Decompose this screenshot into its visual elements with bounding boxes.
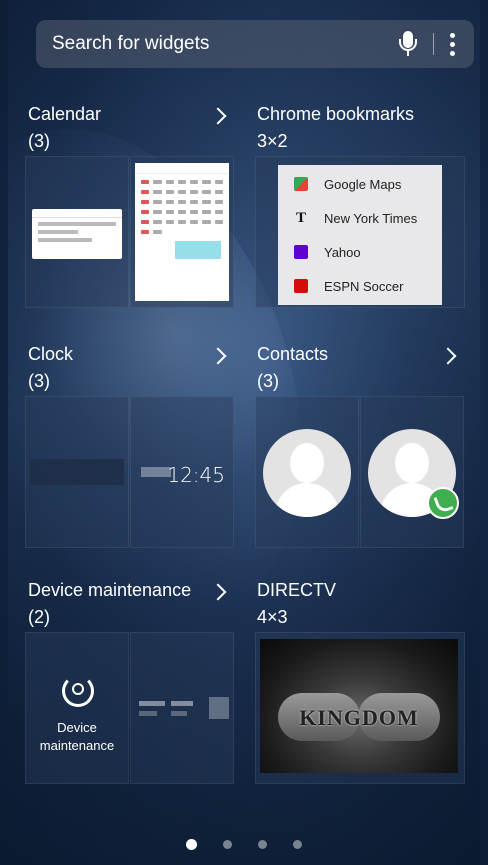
bookmark-label: Yahoo xyxy=(324,244,361,260)
widget-count-contacts: (3) xyxy=(257,371,279,391)
page-dot-active[interactable] xyxy=(186,839,197,850)
new-york-times-icon: T xyxy=(295,210,306,226)
device-maintenance-widget-preview-1[interactable]: Device maintenance xyxy=(25,632,129,784)
page-dot[interactable] xyxy=(293,840,302,849)
widget-title-device-maintenance: Device maintenance xyxy=(28,580,192,600)
clock-widget-preview-1[interactable] xyxy=(25,396,129,548)
contact-avatar-icon xyxy=(263,429,351,517)
widget-title-clock: Clock xyxy=(28,344,74,364)
optimize-button xyxy=(209,697,229,719)
widget-count-clock: (3) xyxy=(28,371,50,391)
directv-promo-image: KINGDOM xyxy=(260,639,458,773)
device-maintenance-label-line2: maintenance xyxy=(39,738,115,753)
clock-time: 12:45 xyxy=(167,463,225,487)
widget-title-directv: DIRECTV xyxy=(257,580,337,600)
widget-title-contacts: Contacts xyxy=(257,344,329,364)
widget-count-device-maintenance: (2) xyxy=(28,607,50,627)
search-divider xyxy=(433,33,434,55)
bookmark-label: New York Times xyxy=(324,210,418,226)
bookmark-item: Yahoo xyxy=(278,235,442,269)
widget-count-calendar: (3) xyxy=(28,131,50,151)
device-maintenance-icon-center xyxy=(72,683,84,695)
status-line xyxy=(139,701,165,706)
mic-icon[interactable] xyxy=(397,29,419,59)
status-line xyxy=(171,701,193,706)
bookmark-item: Google Maps xyxy=(278,167,442,201)
espn-icon xyxy=(294,279,308,293)
page-indicator[interactable] xyxy=(0,839,488,850)
yahoo-icon xyxy=(294,245,308,259)
chrome-bookmarks-widget-preview[interactable]: Google Maps T New York Times Yahoo ESPN … xyxy=(255,156,465,308)
page-dot[interactable] xyxy=(258,840,267,849)
calendar-agenda-card xyxy=(32,209,122,259)
search-input[interactable]: Search for widgets xyxy=(52,33,397,55)
bookmark-item: ESPN Soccer xyxy=(278,269,442,303)
device-maintenance-label: Device maintenance xyxy=(26,719,128,755)
calendar-widget-preview-2[interactable] xyxy=(130,156,234,308)
google-maps-icon xyxy=(294,177,308,191)
status-line xyxy=(171,711,187,716)
clock-widget-preview-2[interactable]: 12:45 xyxy=(130,396,234,548)
widget-title-chrome-bookmarks: Chrome bookmarks xyxy=(257,104,415,124)
more-options-icon[interactable] xyxy=(450,32,456,56)
contacts-widget-preview-1[interactable] xyxy=(255,396,359,548)
clock-strip xyxy=(30,459,124,485)
directv-widget-preview[interactable]: KINGDOM xyxy=(255,632,465,784)
page-dot[interactable] xyxy=(223,840,232,849)
calendar-month-card xyxy=(135,163,229,301)
widget-title-calendar: Calendar xyxy=(28,104,102,124)
promo-text: KINGDOM xyxy=(299,705,419,730)
contacts-widget-preview-2[interactable] xyxy=(360,396,464,548)
widget-size-chrome-bookmarks: 3×2 xyxy=(257,131,288,151)
bookmark-item: T New York Times xyxy=(278,201,442,235)
device-maintenance-label-line1: Device xyxy=(57,720,97,735)
bookmark-label: Google Maps xyxy=(324,176,402,192)
widget-size-directv: 4×3 xyxy=(257,607,288,627)
device-maintenance-widget-preview-2[interactable] xyxy=(130,632,234,784)
bookmark-label: ESPN Soccer xyxy=(324,278,404,294)
status-line xyxy=(139,711,157,716)
widget-search-bar[interactable]: Search for widgets xyxy=(36,20,474,68)
calendar-widget-preview-1[interactable] xyxy=(25,156,129,308)
bookmarks-card: Google Maps T New York Times Yahoo ESPN … xyxy=(278,165,442,305)
phone-icon xyxy=(427,487,459,519)
